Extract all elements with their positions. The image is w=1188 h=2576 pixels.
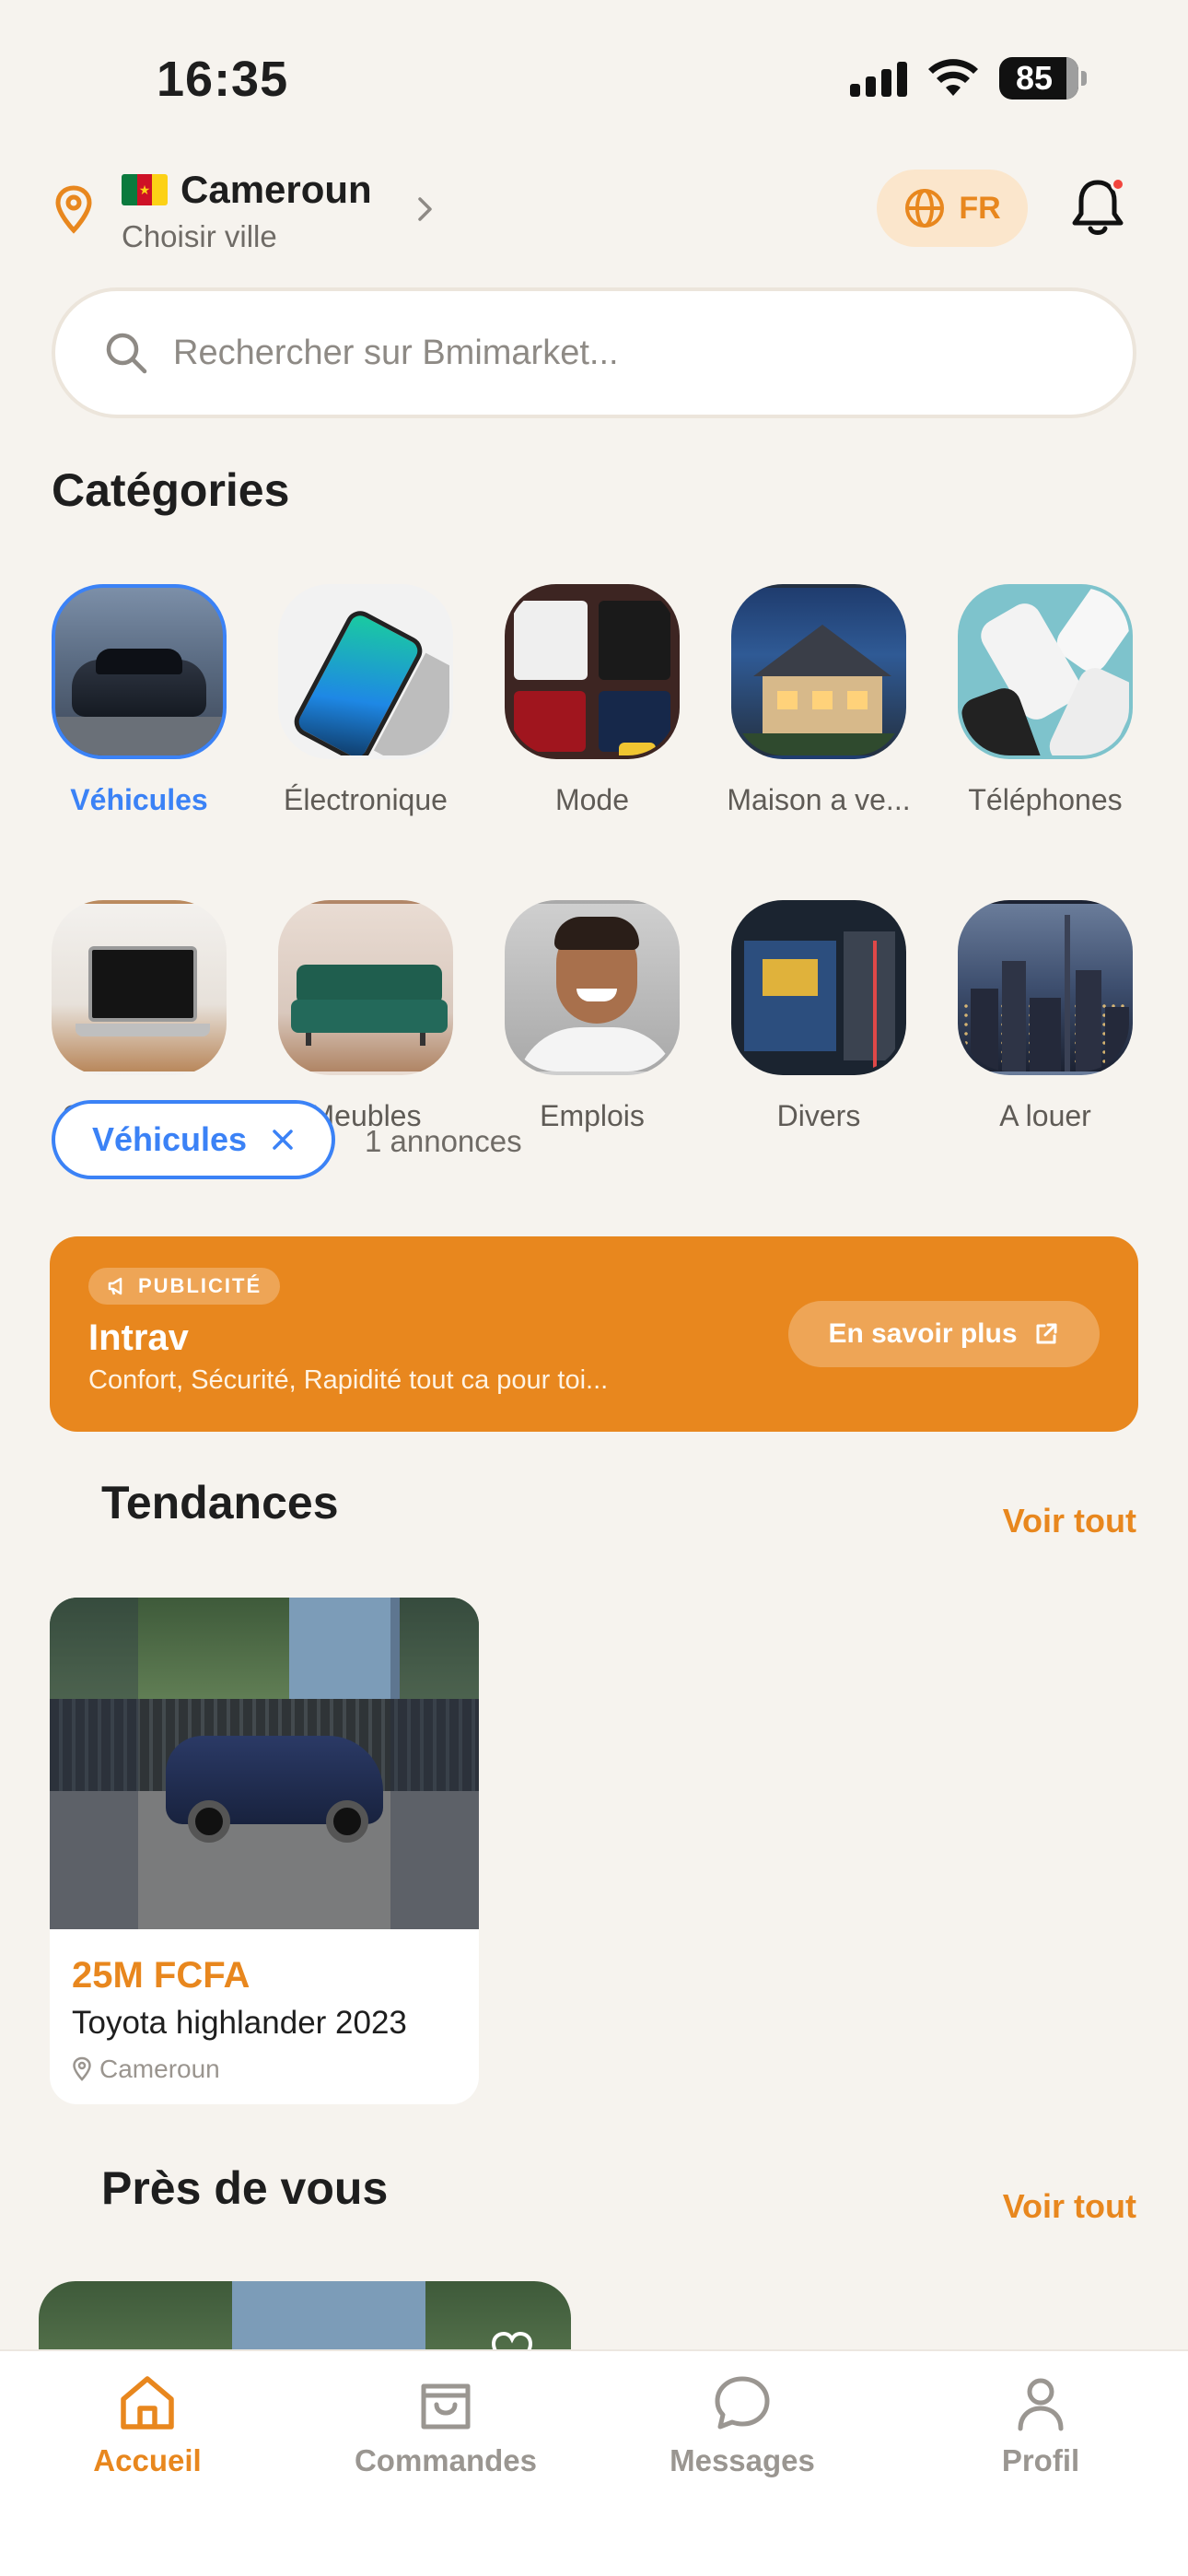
nearby-title: Près de vous: [101, 2162, 389, 2214]
nav-label: Profil: [1001, 2443, 1080, 2477]
category-maison[interactable]: Maison a ve...: [727, 584, 911, 817]
external-link-icon: [1036, 1323, 1057, 1344]
product-image: [50, 1598, 479, 1929]
filter-chip-label: Véhicules: [91, 1120, 248, 1158]
category-label: A louer: [999, 1099, 1091, 1132]
ad-description: Confort, Sécurité, Rapidité tout ca pour…: [88, 1365, 609, 1395]
category-image-city: [958, 900, 1133, 1075]
category-label: Divers: [776, 1099, 861, 1132]
product-card[interactable]: 25M FCFA Toyota highlander 2023 Cameroun: [50, 1598, 479, 2104]
trending-title: Tendances: [101, 1477, 339, 1528]
search-bar[interactable]: [52, 287, 1136, 418]
category-divers[interactable]: Divers: [731, 900, 906, 1133]
product-location: Cameroun: [72, 2055, 220, 2084]
search-input[interactable]: [173, 333, 1002, 373]
category-vehicules[interactable]: Véhicules: [52, 584, 227, 817]
home-icon: [121, 2376, 174, 2430]
categories-title: Catégories: [52, 464, 290, 516]
nav-messages[interactable]: Messages: [623, 2370, 862, 2478]
chat-bubble-icon: [715, 2376, 770, 2430]
wifi-icon: [927, 59, 979, 98]
trending-see-all-link[interactable]: Voir tout: [1003, 1502, 1136, 1540]
location-pin-icon: [73, 2056, 91, 2081]
category-image-laptop: [52, 900, 227, 1075]
nav-accueil[interactable]: Accueil: [28, 2370, 267, 2478]
category-image-circuit: [731, 900, 906, 1075]
category-image-person: [505, 900, 680, 1075]
category-ordinateurs[interactable]: Ordinateurs: [52, 900, 227, 1133]
close-icon[interactable]: [271, 1128, 295, 1152]
category-meubles[interactable]: Meubles: [278, 900, 453, 1133]
category-label: Téléphones: [968, 783, 1123, 816]
user-icon: [1018, 2378, 1064, 2431]
category-telephones[interactable]: Téléphones: [958, 584, 1133, 817]
product-title: Toyota highlander 2023: [72, 2005, 407, 2041]
category-image-sofa: [278, 900, 453, 1075]
result-count: 1 annonces: [365, 1124, 522, 1158]
battery-icon: 85: [999, 57, 1087, 100]
header: ★ Cameroun Choisir ville FR: [0, 157, 1188, 267]
category-emplois[interactable]: Emplois: [505, 900, 680, 1133]
category-label: Maison a ve...: [727, 783, 911, 816]
nearby-see-all-link[interactable]: Voir tout: [1003, 2187, 1136, 2226]
category-image-clothing: [505, 584, 680, 759]
language-button[interactable]: FR: [877, 170, 1028, 247]
status-time: 16:35: [157, 52, 289, 107]
city-prompt[interactable]: Choisir ville: [122, 219, 372, 254]
category-image-electronics: [278, 584, 453, 759]
category-electronique[interactable]: Électronique: [278, 584, 453, 817]
nav-label: Accueil: [93, 2443, 202, 2477]
category-label: Électronique: [284, 783, 448, 816]
ad-badge: PUBLICITÉ: [88, 1268, 281, 1305]
shopping-bag-icon: [421, 2383, 471, 2430]
megaphone-icon: [108, 1277, 122, 1295]
nav-commandes[interactable]: Commandes: [326, 2370, 565, 2478]
signal-icon: [850, 60, 907, 97]
nav-label: Messages: [670, 2443, 815, 2477]
active-filter-chip[interactable]: Véhicules: [52, 1100, 335, 1179]
country-name: Cameroun: [181, 168, 372, 211]
category-image-car: [52, 584, 227, 759]
language-label: FR: [959, 190, 1001, 226]
ad-title: Intrav: [88, 1317, 189, 1358]
status-bar: 16:35 85: [0, 0, 1188, 157]
category-label: Véhicules: [70, 783, 208, 816]
category-a-louer[interactable]: A louer: [958, 900, 1133, 1133]
learn-more-button[interactable]: En savoir plus: [788, 1301, 1100, 1367]
cameroon-flag-icon: ★: [122, 174, 168, 205]
bottom-nav: Accueil Commandes Messages Profil: [0, 2349, 1188, 2576]
chevron-right-icon[interactable]: [414, 193, 437, 229]
globe-icon: [905, 189, 945, 228]
notification-dot: [1111, 177, 1125, 192]
category-label: Mode: [554, 783, 630, 816]
category-image-house: [731, 584, 906, 759]
nav-profil[interactable]: Profil: [921, 2370, 1160, 2478]
nav-label: Commandes: [354, 2443, 538, 2477]
product-price: 25M FCFA: [72, 1955, 250, 1996]
status-icons: 85: [850, 57, 1087, 100]
category-grid: Véhicules Électronique Mode Maison a ve.…: [52, 584, 1138, 1133]
search-icon: [106, 333, 147, 374]
category-mode[interactable]: Mode: [505, 584, 680, 817]
ad-banner[interactable]: PUBLICITÉ Intrav Confort, Sécurité, Rapi…: [50, 1236, 1138, 1432]
category-image-phones: [958, 584, 1133, 759]
bell-icon[interactable]: [1068, 175, 1127, 244]
location-pin-icon[interactable]: [53, 184, 94, 239]
country-selector[interactable]: ★ Cameroun Choisir ville: [122, 168, 372, 254]
battery-level: 85: [1015, 59, 1054, 97]
